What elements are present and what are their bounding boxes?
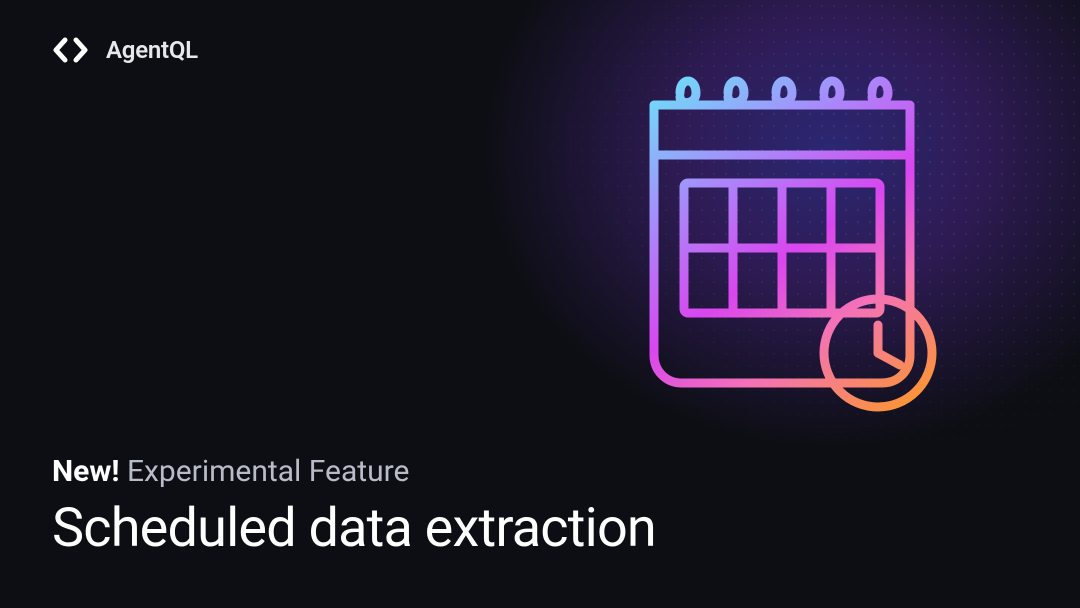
brand-mark-icon [52, 36, 94, 64]
new-badge: New! [52, 454, 120, 489]
eyebrow-line: New! Experimental Feature [52, 454, 656, 489]
headline: Scheduled data extraction [52, 497, 656, 560]
brand-name: AgentQL [106, 36, 198, 64]
eyebrow-text: Experimental Feature [127, 454, 409, 489]
calendar-clock-icon [610, 45, 950, 429]
brand-logo: AgentQL [52, 36, 198, 64]
hero-text: New! Experimental Feature Scheduled data… [52, 454, 656, 560]
